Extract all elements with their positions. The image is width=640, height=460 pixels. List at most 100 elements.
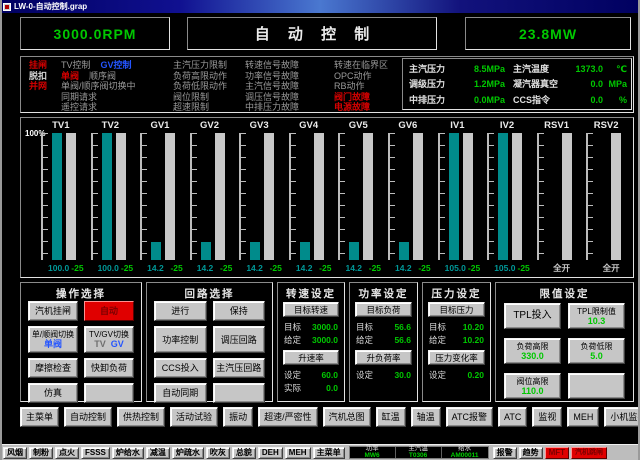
operation-button[interactable]: 汽机挂闸: [28, 301, 78, 321]
status-indicator: 遥控请求: [61, 102, 142, 113]
speed-spacer: [283, 346, 339, 349]
panel-title-power: 功率设定: [350, 283, 417, 299]
limit-button-grid: TPL投入 TPL限制值10.3 负荷高限330.0 负荷低限5.0 阀位高限110.0: [496, 299, 633, 399]
status-indicator: GV控制: [101, 60, 132, 70]
valve-label: IV1: [435, 120, 481, 132]
app-icon: [3, 3, 11, 11]
taskbar-button[interactable]: 主菜单: [313, 447, 345, 459]
valve-chart: [41, 133, 84, 260]
loop-button[interactable]: 进行: [154, 301, 207, 321]
speed-target-button[interactable]: 目标转速: [283, 302, 339, 317]
valve-bar-feedback: [512, 133, 522, 260]
valve-bar-command-fill: [300, 242, 310, 260]
nav-button[interactable]: 轴温: [411, 407, 441, 427]
taskbar-button[interactable]: 制粉: [29, 447, 53, 459]
reading-label: 主汽压力: [409, 62, 461, 77]
valve-bar-command-fill: [52, 133, 62, 260]
nav-button[interactable]: 主菜单: [20, 407, 59, 427]
status-indicator: 顺序阀: [89, 71, 116, 81]
nav-button[interactable]: 小机监视: [604, 407, 640, 427]
reading-row: 主汽温度1373.0℃: [513, 62, 627, 77]
loop-button[interactable]: 主汽压回路: [213, 358, 266, 378]
operation-sub-item: 单阀: [44, 339, 62, 349]
nav-button[interactable]: 活动试验: [170, 407, 218, 427]
taskbar-button[interactable]: 总貌: [232, 447, 256, 459]
operation-button[interactable]: 仿真: [28, 383, 78, 403]
operation-sub-item: TV: [94, 339, 106, 349]
status-indicator: 主汽信号故障: [245, 81, 299, 92]
readings-left: 主汽压力8.5MPa调级压力1.2MPa中排压力0.0MPa: [409, 62, 505, 108]
taskbar-button[interactable]: 炉疏水: [172, 447, 204, 459]
taskbar-button[interactable]: 风烟: [3, 447, 27, 459]
taskbar-button[interactable]: 吹灰: [206, 447, 230, 459]
valve-group: IV1105.0-25: [433, 120, 483, 274]
taskbar-button[interactable]: 趋势: [519, 447, 543, 459]
limit-button[interactable]: 负荷低限5.0: [568, 338, 625, 364]
operation-button[interactable]: 单/顺阀切换单阀: [28, 326, 78, 353]
power-value-label: 目标: [356, 321, 373, 334]
nav-button[interactable]: 缸温: [376, 407, 406, 427]
pressure-value-row: 目标10.20: [428, 321, 485, 334]
speed-value-label: 实际: [284, 382, 301, 395]
pressure-target-button[interactable]: 目标压力: [428, 302, 485, 317]
power-target-button[interactable]: 目标负荷: [355, 302, 412, 317]
nav-button[interactable]: MEH: [567, 407, 599, 427]
limit-button[interactable]: TPL投入: [504, 303, 561, 329]
nav-button[interactable]: ATC: [498, 407, 527, 427]
taskbar-button[interactable]: 炉给水: [112, 447, 144, 459]
nav-button[interactable]: 汽机总图: [323, 407, 371, 427]
loop-button[interactable]: 自动同期: [154, 383, 207, 403]
nav-button[interactable]: 供热控制: [117, 407, 165, 427]
power-value-label: 给定: [356, 334, 373, 347]
title-bar[interactable]: LW-0-自动控制.grap: [0, 0, 640, 13]
power-value: 30.0: [394, 369, 411, 382]
nav-button[interactable]: 监视: [532, 407, 562, 427]
nav-button[interactable]: 振动: [223, 407, 253, 427]
operation-button[interactable]: 摩擦检查: [28, 358, 78, 378]
valve-label: GV4: [286, 120, 332, 132]
taskbar-button[interactable]: FSSS: [81, 447, 110, 459]
turbine-trip-button[interactable]: 汽机跳闸: [571, 447, 607, 459]
reading-value: 0.0MPa: [461, 93, 505, 108]
nav-button[interactable]: 自动控制: [64, 407, 112, 427]
valve-bar-feedback-fill: [314, 133, 324, 260]
taskbar-button[interactable]: 报警: [493, 447, 517, 459]
loop-button[interactable]: 调压回路: [213, 326, 266, 353]
indicator-value: T0306: [409, 453, 427, 460]
pressure-rate-button[interactable]: 压力变化率: [428, 350, 485, 365]
power-rate-button[interactable]: 升负荷率: [355, 350, 412, 365]
taskbar-button[interactable]: 减温: [146, 447, 170, 459]
loop-button[interactable]: 保持: [213, 301, 266, 321]
valve-bar-command: [349, 133, 359, 260]
valve-value-feedback: -25: [71, 262, 83, 274]
limit-button[interactable]: TPL限制值10.3: [568, 303, 625, 329]
taskbar-button[interactable]: 点火: [55, 447, 79, 459]
valve-value-command: 14.2: [246, 262, 263, 274]
control-mode-column: TV控制GV控制单阀顺序阀单阀/顺序阀切换中同期请求遥控请求: [61, 60, 142, 113]
nav-button[interactable]: 超速/严密性: [258, 407, 318, 427]
valve-value-command: 100.0: [48, 262, 69, 274]
limit-button[interactable]: 阀位高限110.0: [504, 373, 561, 399]
loop-button[interactable]: CCS投入: [154, 358, 207, 378]
reading-value: 0.0: [565, 77, 603, 92]
taskbar-button[interactable]: DEH: [258, 447, 283, 459]
speed-rate-button[interactable]: 升速率: [283, 350, 339, 365]
operation-button[interactable]: TV/GV切换TVGV: [84, 326, 134, 353]
speed-value: 60.0: [321, 369, 338, 382]
operation-button-label: TV/GV切换: [89, 330, 129, 339]
taskbar-button[interactable]: MEH: [285, 447, 311, 459]
speed-value: 3000.0: [312, 321, 338, 334]
limit-button[interactable]: 负荷高限330.0: [504, 338, 561, 364]
operation-button[interactable]: 快卸负荷: [84, 358, 134, 378]
mft-button[interactable]: MFT: [545, 447, 569, 459]
panel-loop: 回路选择 进行保持功率控制调压回路CCS投入主汽压回路自动同期: [146, 282, 273, 402]
valve-label: IV2: [484, 120, 530, 132]
nav-button[interactable]: ATC报警: [446, 407, 493, 427]
valve-chart: [338, 133, 381, 260]
status-indicator: 主汽压力限制: [173, 60, 227, 71]
loop-button[interactable]: 功率控制: [154, 326, 207, 353]
reading-label: 主汽温度: [513, 62, 565, 77]
valve-bar-command: [201, 133, 211, 260]
valve-value-feedback: -25: [468, 262, 480, 274]
operation-button[interactable]: 自动: [84, 301, 134, 321]
